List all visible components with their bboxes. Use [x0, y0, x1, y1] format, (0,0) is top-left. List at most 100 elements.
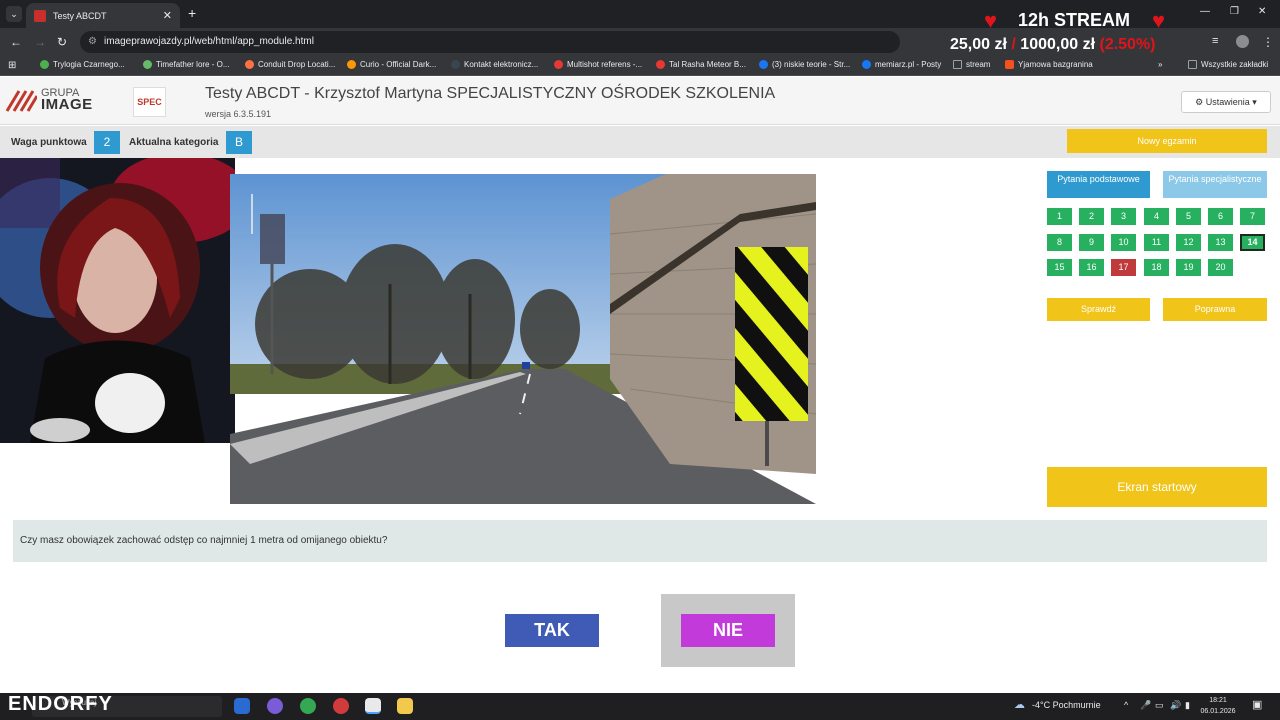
reload-icon[interactable]: ↻ — [57, 35, 67, 49]
chrome-icon[interactable] — [300, 698, 316, 714]
bookmark-item[interactable]: Conduit Drop Locati... — [245, 60, 335, 69]
favicon-icon — [34, 9, 46, 22]
bookmark-label: Tal Rasha Meteor B... — [669, 60, 746, 69]
bookmark-item[interactable]: Timefather lore - O... — [143, 60, 230, 69]
question-button-9[interactable]: 9 — [1079, 234, 1104, 251]
question-button-10[interactable]: 10 — [1111, 234, 1136, 251]
question-button-19[interactable]: 19 — [1176, 259, 1201, 276]
question-button-5[interactable]: 5 — [1176, 208, 1201, 225]
bookmark-item[interactable]: Multishot referens -... — [554, 60, 642, 69]
settings-dropdown-button[interactable]: ⚙ Ustawienia ▾ — [1181, 91, 1271, 113]
heart-icon: ♥ — [984, 8, 998, 33]
bookmark-label: Curio - Official Dark... — [360, 60, 437, 69]
bookmark-label: Timefather lore - O... — [156, 60, 230, 69]
bookmark-item[interactable]: Curio - Official Dark... — [347, 60, 436, 69]
taskbar-app-icon[interactable] — [267, 698, 283, 714]
category-badge: B — [226, 131, 252, 154]
forward-arrow-icon[interactable]: → — [34, 35, 46, 49]
url-text: imageprawojazdy.pl/web/html/app_module.h… — [104, 36, 314, 47]
question-button-15[interactable]: 15 — [1047, 259, 1072, 276]
browser-tab[interactable]: Testy ABCDT ✕ — [26, 3, 180, 28]
tray-chevron-up-icon[interactable]: ^ — [1124, 700, 1128, 710]
battery-icon[interactable]: ▮ — [1185, 700, 1190, 711]
road-scene-illustration — [230, 174, 816, 504]
close-tab-icon[interactable]: ✕ — [163, 9, 172, 22]
bookmark-label: Kontakt elektronicz... — [464, 60, 539, 69]
weight-badge: 2 — [94, 131, 120, 154]
question-button-7[interactable]: 7 — [1240, 208, 1265, 225]
taskbar-clock[interactable]: 18:21 06.01.2026 — [1198, 695, 1238, 717]
question-button-18[interactable]: 18 — [1144, 259, 1169, 276]
question-button-16[interactable]: 16 — [1079, 259, 1104, 276]
new-tab-plus-icon[interactable]: + — [188, 5, 196, 21]
tab-basic-questions[interactable]: Pytania podstawowe — [1047, 171, 1150, 198]
logo-bottom-text: IMAGE — [41, 96, 93, 113]
restore-icon[interactable]: ❐ — [1230, 6, 1239, 17]
logo-text: GRUPA IMAGE — [41, 87, 93, 112]
folder-icon — [1188, 60, 1197, 69]
network-icon[interactable]: ▭ — [1155, 700, 1164, 711]
profile-avatar-icon[interactable] — [1236, 35, 1249, 48]
donation-goal: 25,00 zł / 1000,00 zł (2.50%) — [950, 36, 1156, 54]
question-button-6[interactable]: 6 — [1208, 208, 1233, 225]
yes-answer-button[interactable]: TAK — [505, 614, 599, 647]
question-button-4[interactable]: 4 — [1144, 208, 1169, 225]
correct-answer-button[interactable]: Poprawna — [1163, 298, 1267, 321]
start-screen-button[interactable]: Ekran startowy — [1047, 467, 1267, 507]
donation-separator: / — [1011, 36, 1016, 53]
question-button-3[interactable]: 3 — [1111, 208, 1136, 225]
app-version: wersja 6.3.5.191 — [205, 109, 272, 119]
bookmark-item[interactable]: Trylogia Czarnego... — [40, 60, 125, 69]
settings-label: Ustawienia — [1205, 97, 1250, 107]
bookmark-favicon-icon — [40, 60, 49, 69]
question-button-1[interactable]: 1 — [1047, 208, 1072, 225]
site-info-icon[interactable]: ⚙ — [88, 31, 97, 53]
question-button-20[interactable]: 20 — [1208, 259, 1233, 276]
bookmark-item[interactable]: Tal Rasha Meteor B... — [656, 60, 746, 69]
close-window-icon[interactable]: ✕ — [1258, 6, 1266, 17]
bookmark-folder[interactable]: stream — [953, 60, 990, 69]
taskbar-app-icon[interactable] — [333, 698, 349, 714]
back-arrow-icon[interactable]: ← — [10, 35, 22, 49]
question-button-17-wrong[interactable]: 17 — [1111, 259, 1136, 276]
bookmark-item[interactable]: (3) niskie teorie - Str... — [759, 60, 850, 69]
gear-icon: ⚙ — [1195, 97, 1204, 107]
spec-logo: SPEC — [133, 87, 166, 117]
file-explorer-icon[interactable] — [397, 698, 413, 714]
folder-icon — [953, 60, 962, 69]
url-input[interactable]: ⚙ imageprawojazdy.pl/web/html/app_module… — [80, 31, 900, 53]
bookmark-label: stream — [966, 60, 991, 69]
tab-specialist-questions[interactable]: Pytania specjalistyczne — [1163, 171, 1267, 198]
bookmark-label: Wszystkie zakładki — [1201, 60, 1269, 69]
notifications-icon[interactable]: ▣ — [1252, 698, 1262, 711]
bookmark-favicon-icon — [347, 60, 356, 69]
tab-list-chevron-icon[interactable]: ⌄ — [6, 6, 22, 22]
bookmark-favicon-icon — [1005, 60, 1014, 69]
endorfy-brand-watermark: ENDORFY — [8, 693, 113, 715]
question-button-11[interactable]: 11 — [1144, 234, 1169, 251]
clock-date: 06.01.2026 — [1200, 708, 1236, 715]
weather-text[interactable]: -4°C Pochmurnie — [1032, 700, 1101, 710]
no-answer-button[interactable]: NIE — [681, 614, 775, 647]
check-button[interactable]: Sprawdź — [1047, 298, 1150, 321]
streamer-webcam — [0, 158, 235, 443]
taskbar-app-icon[interactable] — [234, 698, 250, 714]
apps-grid-icon[interactable]: ⊞ — [8, 60, 16, 71]
bookmark-item[interactable]: Yjamowa bazgranina — [1005, 60, 1093, 69]
question-button-13[interactable]: 13 — [1208, 234, 1233, 251]
question-button-8[interactable]: 8 — [1047, 234, 1072, 251]
question-button-2[interactable]: 2 — [1079, 208, 1104, 225]
new-exam-button[interactable]: Nowy egzamin — [1067, 129, 1267, 153]
bookmark-item[interactable]: Kontakt elektronicz... — [451, 60, 538, 69]
menu-dots-icon[interactable]: ⋮ — [1262, 35, 1274, 49]
more-bookmarks-chevron-icon[interactable]: » — [1158, 60, 1162, 69]
microphone-icon[interactable]: 🎤 — [1140, 700, 1151, 711]
bookmark-label: Multishot referens -... — [567, 60, 643, 69]
question-button-12[interactable]: 12 — [1176, 234, 1201, 251]
question-button-14-current[interactable]: 14 — [1240, 234, 1265, 251]
taskbar-app-icon[interactable] — [365, 698, 381, 714]
bookmark-item[interactable]: memiarz.pl - Posty — [862, 60, 941, 69]
volume-icon[interactable]: 🔊 — [1170, 700, 1181, 711]
weight-label: Waga punktowa — [11, 137, 87, 148]
all-bookmarks-folder[interactable]: Wszystkie zakładki — [1188, 60, 1268, 69]
